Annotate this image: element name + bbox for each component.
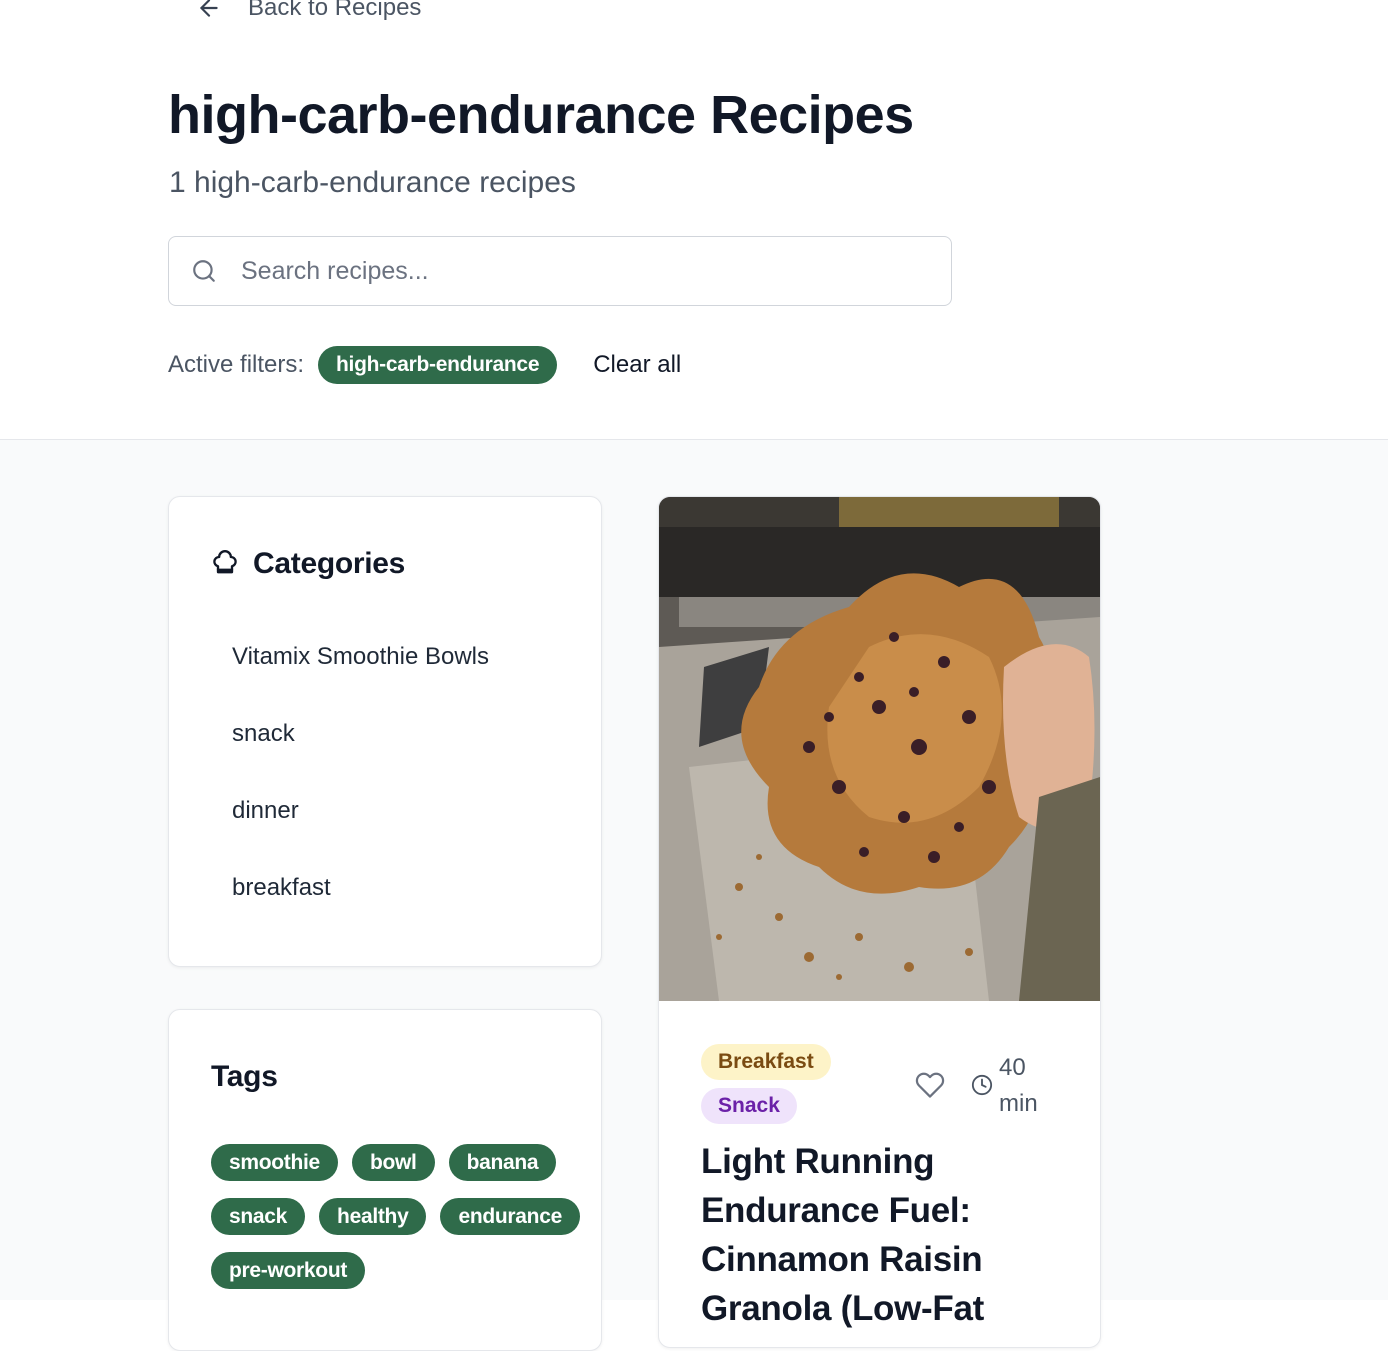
clock-icon [971,1074,993,1096]
search-input[interactable] [239,255,923,287]
category-list: Vitamix Smoothie Bowls snack dinner brea… [232,643,489,951]
categories-header: Categories [211,547,405,581]
tag-chip[interactable]: healthy [319,1198,427,1235]
heart-icon[interactable] [915,1070,945,1100]
page-title: high-carb-endurance Recipes [168,85,914,145]
recipe-badges: Breakfast Snack [701,1044,831,1124]
back-link-label: Back to Recipes [248,0,422,21]
recipe-title[interactable]: Light Running Endurance Fuel: Cinnamon R… [701,1137,1071,1333]
categories-title: Categories [253,547,406,580]
back-to-recipes-link[interactable]: Back to Recipes [196,0,421,22]
badge-snack: Snack [701,1088,797,1124]
category-item[interactable]: breakfast [232,874,489,951]
category-item[interactable]: snack [232,720,489,797]
recipe-card[interactable]: Breakfast Snack 40 min Light Running End… [658,496,1101,1348]
tags-title: Tags [211,1060,278,1093]
recipe-count: 1 high-carb-endurance recipes [169,166,576,199]
category-item[interactable]: Vitamix Smoothie Bowls [232,643,489,720]
tag-chip[interactable]: endurance [440,1198,580,1235]
search-box [168,236,952,306]
tag-chip[interactable]: snack [211,1198,306,1235]
tag-chip[interactable]: smoothie [211,1144,338,1181]
clear-all-button[interactable]: Clear all [593,351,681,379]
granola-photo[interactable] [659,497,1100,1001]
tag-chip[interactable]: pre-workout [211,1252,366,1289]
tag-list: smoothie bowl banana snack healthy endur… [211,1144,581,1289]
active-filter-chip[interactable]: high-carb-endurance [318,346,558,384]
tag-chip[interactable]: bowl [351,1144,435,1181]
chef-hat-icon [213,550,237,574]
category-item[interactable]: dinner [232,797,489,874]
tag-chip[interactable]: banana [448,1144,557,1181]
arrow-left-icon [200,0,218,17]
badge-breakfast: Breakfast [701,1044,831,1080]
active-filters: Active filters: high-carb-endurance Clea… [168,346,681,384]
search-icon [193,260,215,282]
cook-time: 40 min [999,1054,1038,1117]
categories-panel: Categories Vitamix Smoothie Bowls snack … [168,496,602,967]
page-header: Back to Recipes high-carb-endurance Reci… [0,0,1388,440]
active-filters-label: Active filters: [168,351,305,378]
